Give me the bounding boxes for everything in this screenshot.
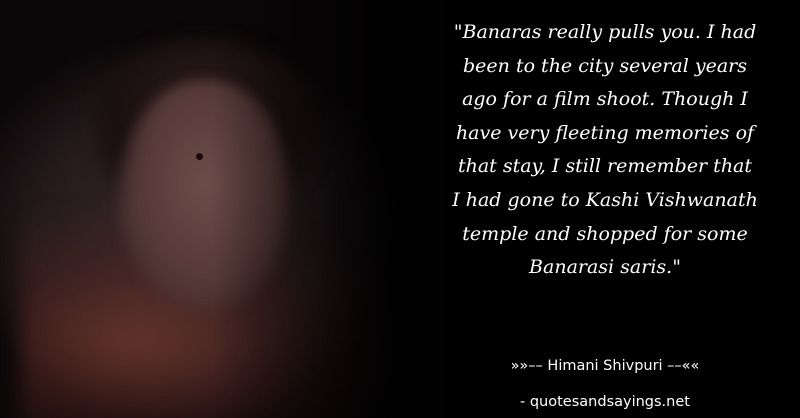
portrait-hair xyxy=(95,40,315,200)
portrait-bindi xyxy=(196,153,203,160)
quote-author: »»–– Himani Shivpuri ––«« xyxy=(510,358,700,374)
quote-card: "Banaras really pulls you. I had been to… xyxy=(0,0,800,418)
portrait-scarf xyxy=(20,210,400,418)
site-watermark: - quotesandsayings.net xyxy=(520,394,690,410)
portrait-photo xyxy=(0,0,470,418)
portrait-face xyxy=(120,80,290,310)
quote-text: "Banaras really pulls you. I had been to… xyxy=(452,21,758,279)
